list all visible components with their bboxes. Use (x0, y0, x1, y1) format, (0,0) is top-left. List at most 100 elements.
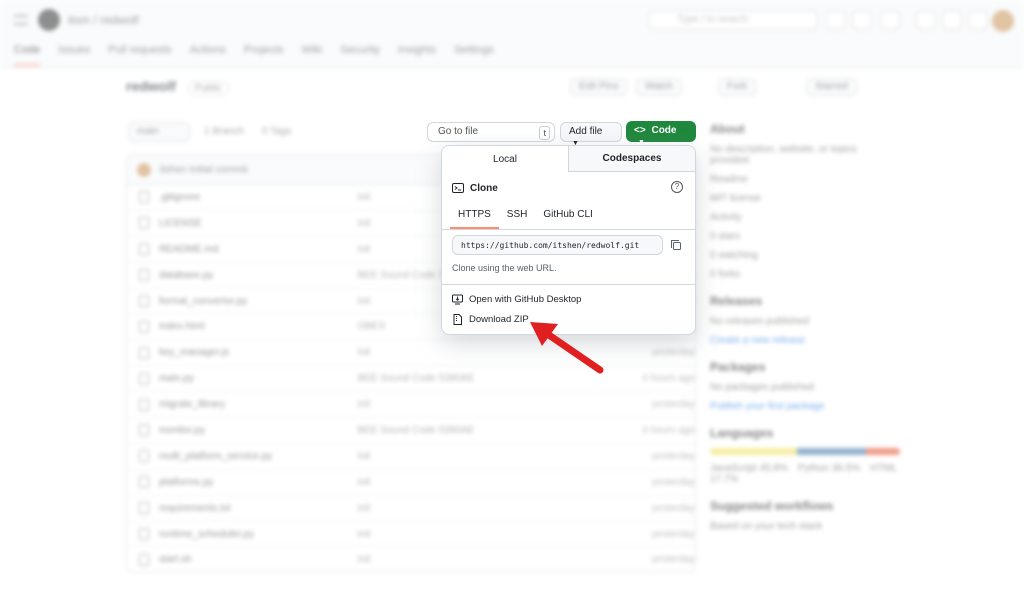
go-to-file-input[interactable]: Go to file t (427, 122, 555, 142)
language-bar-segment (797, 448, 866, 455)
tab-wiki[interactable]: Wiki (302, 44, 323, 66)
copy-icon[interactable] (670, 239, 682, 251)
about-item[interactable]: 0 stars (710, 231, 900, 242)
file-name[interactable]: LICENSE (159, 218, 358, 229)
issues-icon[interactable] (916, 10, 936, 30)
file-name[interactable]: database.py (159, 270, 358, 281)
file-commit-time: yesterday (651, 476, 695, 488)
notifications-icon[interactable] (968, 10, 988, 30)
file-name[interactable]: main.py (159, 373, 358, 384)
file-name[interactable]: runtime_scheduler.py (159, 529, 358, 540)
github-logo-icon[interactable] (38, 9, 60, 31)
languages-bar (710, 448, 900, 455)
latest-commit-text[interactable]: itshen Initial commit (160, 165, 248, 176)
file-name[interactable]: platforms.py (159, 477, 358, 488)
create-new-icon[interactable] (880, 10, 900, 30)
file-icon (139, 243, 149, 256)
open-with-desktop-item[interactable]: Open with GitHub Desktop (452, 294, 581, 305)
tab-https[interactable]: HTTPS (450, 204, 499, 229)
about-item[interactable]: 0 watching (710, 250, 900, 261)
branch-select-button[interactable]: main (128, 122, 190, 142)
file-name[interactable]: key_manager.js (159, 347, 358, 358)
fork-button[interactable]: Fork (718, 78, 756, 96)
packages-heading[interactable]: Packages (710, 360, 900, 374)
edit-pins-button[interactable]: Edit Pins (570, 78, 628, 96)
file-row[interactable]: monitor.py BEE Sound Code 5390AE 4 hours a… (127, 418, 695, 444)
about-item[interactable]: Readme (710, 174, 900, 185)
repo-name[interactable]: redwolf (126, 78, 176, 94)
language-item[interactable]: JavaScript 45.8% (710, 463, 788, 474)
download-zip-item[interactable]: Download ZIP (452, 314, 529, 325)
tab-actions[interactable]: Actions (190, 44, 226, 66)
file-row[interactable]: multi_platform_service.py init yesterday (127, 444, 695, 470)
packages-text: No packages published (710, 382, 814, 393)
file-name[interactable]: index.html (159, 321, 358, 332)
file-name[interactable]: .gitignore (159, 192, 358, 203)
user-avatar[interactable] (992, 10, 1014, 32)
tab-issues[interactable]: Issues (58, 44, 90, 66)
copilot-icon[interactable] (826, 10, 846, 30)
tab-codespaces[interactable]: Codespaces (569, 146, 695, 171)
file-name[interactable]: multi_platform_service.py (159, 451, 358, 462)
code-brackets-icon: <> (634, 125, 646, 136)
file-commit-message[interactable]: init (357, 477, 625, 488)
tab-github-cli[interactable]: GitHub CLI (535, 204, 600, 229)
tab-pull-requests[interactable]: Pull requests (108, 44, 172, 66)
question-icon[interactable]: ? (671, 181, 683, 193)
desktop-download-icon (452, 294, 463, 305)
language-item[interactable]: Python 36.5% (798, 463, 860, 474)
file-row[interactable]: start.sh init yesterday (127, 547, 695, 571)
file-row[interactable]: migrate_library init yesterday (127, 392, 695, 419)
clone-dropdown: Local Codespaces Clone ? HTTPS SSH GitHu… (441, 145, 696, 335)
file-commit-message[interactable]: BEE Sound Code 5390AE (357, 425, 625, 436)
file-commit-message[interactable]: init (357, 503, 625, 514)
file-commit-message[interactable]: init (357, 554, 625, 565)
tab-code[interactable]: Code (14, 44, 41, 66)
file-icon (139, 320, 149, 333)
releases-heading[interactable]: Releases (710, 294, 900, 308)
tab-settings[interactable]: Settings (454, 44, 494, 66)
workflows-subtitle: Based on your tech stack (710, 521, 823, 532)
file-commit-message[interactable]: init (357, 529, 625, 540)
file-row[interactable]: requirements.txt init yesterday (127, 496, 695, 522)
tab-projects[interactable]: Projects (244, 44, 284, 66)
create-release-link[interactable]: Create a new release (710, 335, 900, 346)
file-icon (139, 217, 149, 230)
file-name[interactable]: monitor.py (159, 425, 358, 436)
global-search-input[interactable]: Type / to search (648, 10, 818, 30)
watch-button[interactable]: Watch (636, 78, 682, 96)
file-name[interactable]: migrate_library (159, 399, 358, 410)
star-button[interactable]: Starred (806, 78, 857, 96)
file-commit-message[interactable]: init (357, 399, 625, 410)
file-commit-message[interactable]: init (357, 451, 625, 462)
branches-link[interactable]: 1 Branch (204, 126, 244, 137)
releases-text: No releases published (710, 316, 809, 327)
tab-insights[interactable]: Insights (398, 44, 436, 66)
about-item[interactable]: MIT license (710, 193, 900, 204)
file-row[interactable]: platforms.py init yesterday (127, 470, 695, 496)
hamburger-menu-icon[interactable] (14, 15, 28, 25)
file-row[interactable]: runtime_scheduler.py init yesterday (127, 522, 695, 548)
file-icon (139, 372, 149, 385)
file-name[interactable]: README.md (159, 244, 358, 255)
file-row[interactable]: main.py BEE Sound Code 5390AE 4 hours ago (127, 366, 695, 393)
tags-link[interactable]: 0 Tags (262, 126, 291, 137)
tab-ssh[interactable]: SSH (499, 204, 536, 229)
file-row[interactable]: key_manager.js init yesterday (127, 340, 695, 367)
publish-package-link[interactable]: Publish your first package (710, 401, 900, 412)
tab-local[interactable]: Local (442, 146, 569, 172)
code-button[interactable]: <> Code ▼ (626, 121, 696, 146)
about-item[interactable]: 0 forks (710, 269, 900, 280)
add-file-label: Add file (569, 126, 603, 137)
about-description: No description, website, or topics provi… (710, 144, 857, 166)
repo-breadcrumb[interactable]: itsm / redwolf (68, 13, 139, 27)
copilot-menu-icon[interactable] (852, 10, 872, 30)
file-name[interactable]: start.sh (159, 554, 358, 565)
file-name[interactable]: requirements.txt (159, 503, 358, 514)
tab-security[interactable]: Security (340, 44, 380, 66)
clone-url-field[interactable]: https://github.com/itshen/redwolf.git (452, 235, 663, 255)
add-file-button[interactable]: Add file ▼ (560, 122, 622, 147)
about-item[interactable]: Activity (710, 212, 900, 223)
pull-requests-icon[interactable] (942, 10, 962, 30)
file-name[interactable]: format_convertor.py (159, 296, 358, 307)
